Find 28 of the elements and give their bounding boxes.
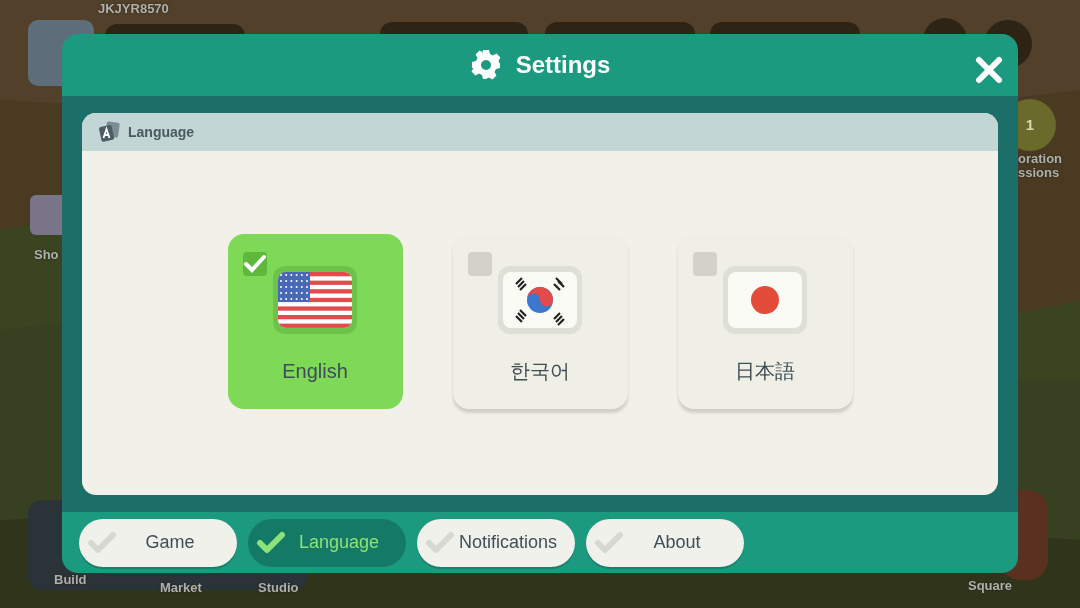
menu-label: Sho: [34, 247, 59, 262]
check-icon: [594, 530, 624, 555]
tab[interactable]: About: [586, 518, 744, 567]
menu-label: oration: [1018, 151, 1063, 166]
checkbox[interactable]: [692, 251, 717, 276]
checkbox[interactable]: [242, 251, 267, 276]
checkbox[interactable]: [467, 251, 492, 276]
flag-icon: [278, 271, 352, 328]
check-icon: [87, 530, 117, 555]
menu-label: Square: [968, 578, 1013, 593]
menu-label: ssions: [1018, 165, 1060, 180]
tab[interactable]: Notifications: [417, 518, 575, 567]
language-icon: [98, 121, 122, 143]
language-option[interactable]: 한국어: [452, 233, 628, 409]
flag-icon: [503, 271, 577, 328]
check-icon: [256, 530, 286, 555]
flag-icon: [728, 271, 802, 328]
tab[interactable]: Game: [79, 518, 237, 567]
language-option[interactable]: 日本語: [677, 233, 853, 409]
menu-label: Market: [160, 580, 202, 595]
language-option[interactable]: English: [227, 233, 403, 409]
menu-label: Build: [54, 572, 87, 587]
section-title: Language: [128, 122, 195, 142]
menu-label: Studio: [258, 580, 299, 595]
check-icon: [425, 530, 455, 555]
settings-icon: [469, 49, 502, 81]
player-id: JKJYR8570: [98, 1, 169, 16]
dialog-title: Settings: [515, 50, 611, 80]
